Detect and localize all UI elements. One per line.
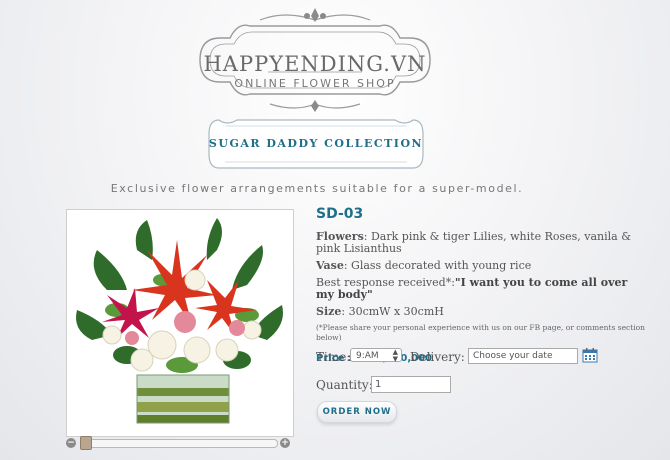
collection-title: SUGAR DADDY COLLECTION (208, 137, 424, 150)
delivery-row: Time: 9:AM ▲ ▼ Delivery: Choose your date (316, 347, 646, 367)
size-label: Size (316, 305, 342, 318)
delivery-label: Delivery: (410, 350, 465, 364)
slider-track[interactable] (80, 439, 278, 448)
vase-label: Vase (316, 259, 344, 272)
brand-name: HAPPYENDING.VN (203, 52, 427, 76)
product-code: SD-03 (316, 206, 364, 222)
share-note: (*Please share your personal experience … (316, 323, 645, 342)
collection-banner: SUGAR DADDY COLLECTION (205, 116, 427, 172)
plus-icon[interactable]: + (280, 438, 290, 448)
size-line: Size: 30cmW x 30cmH (316, 306, 646, 318)
response-line: Best response received*:"I want you to c… (316, 277, 646, 301)
product-image[interactable] (66, 209, 294, 437)
size-value: : 30cmW x 30cmH (341, 305, 444, 318)
minus-icon[interactable]: − (66, 438, 76, 448)
quantity-input[interactable]: 1 (371, 376, 451, 393)
vase-line: Vase: Glass decorated with young rice (316, 260, 646, 272)
tagline: Exclusive flower arrangements suitable f… (110, 182, 524, 195)
select-arrows-icon: ▲ ▼ (392, 348, 398, 363)
bouquet-illustration (76, 218, 283, 424)
calendar-icon[interactable] (582, 347, 598, 363)
order-now-button[interactable]: ORDER NOW (317, 401, 397, 423)
logo[interactable]: HAPPYENDING.VN ONLINE FLOWER SHOP (190, 8, 440, 118)
brand-subtitle: ONLINE FLOWER SHOP (234, 77, 396, 90)
image-zoom-slider[interactable]: − + (66, 436, 292, 450)
vase-value: : Glass decorated with young rice (343, 259, 532, 272)
time-value: 9:AM (356, 351, 379, 361)
slider-thumb[interactable] (80, 436, 92, 450)
delivery-date-input[interactable]: Choose your date (468, 348, 578, 364)
quantity-row: Quantity: 1 (316, 375, 516, 395)
quantity-label: Quantity: (316, 378, 373, 392)
flowers-value: : Dark pink & tiger Lilies, white Roses,… (316, 230, 632, 255)
flowers-line: Flowers: Dark pink & tiger Lilies, white… (316, 231, 646, 255)
time-select[interactable]: 9:AM ▲ ▼ (350, 348, 402, 363)
time-label: Time: (316, 350, 351, 364)
product-details: SD-03 Flowers: Dark pink & tiger Lilies,… (316, 206, 646, 364)
